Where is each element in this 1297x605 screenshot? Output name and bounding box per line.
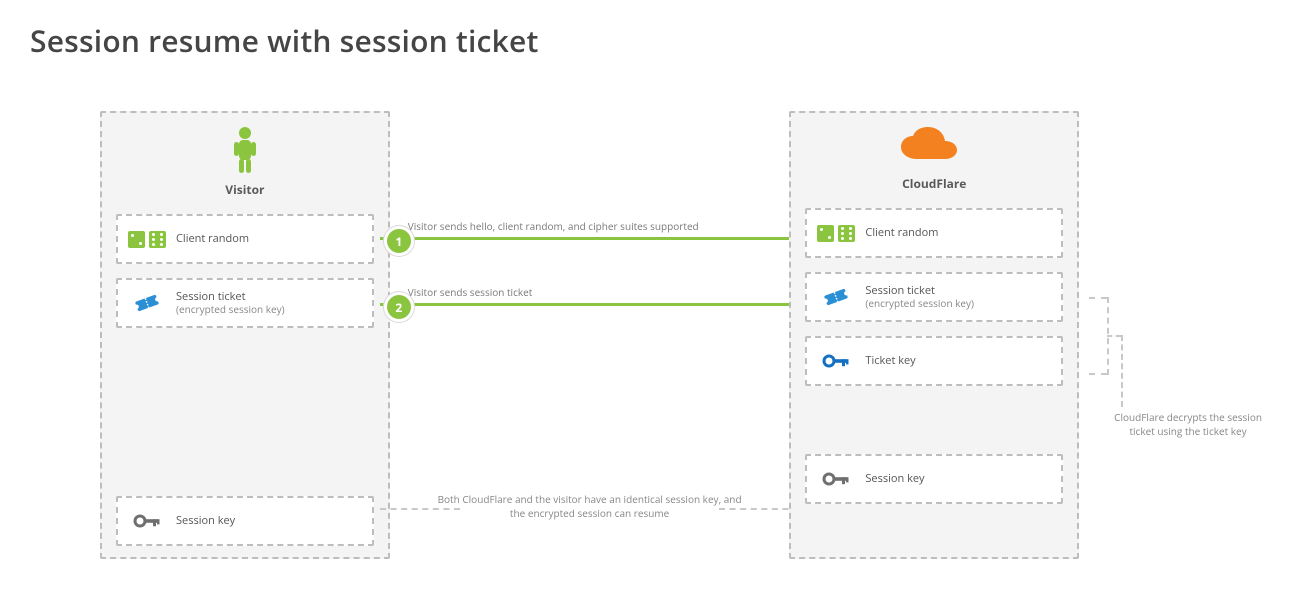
card-subtitle: (encrypted session key) <box>865 298 974 310</box>
cf-ticket-key: Ticket key <box>805 336 1063 386</box>
key-icon <box>817 353 855 369</box>
arrow-label: Visitor sends session ticket <box>408 285 790 299</box>
right-note: CloudFlare decrypts the session ticket u… <box>1109 411 1267 438</box>
step-badge: 1 <box>384 226 414 256</box>
cloud-icon <box>897 125 971 169</box>
card-subtitle: (encrypted session key) <box>176 304 285 316</box>
arrow-2: Visitor sends session ticket 2 <box>390 285 790 306</box>
cloudflare-panel: CloudFlare Client random Session ticket(… <box>789 111 1079 559</box>
key-icon <box>128 513 166 529</box>
right-notes: CloudFlare decrypts the session ticket u… <box>1097 111 1267 559</box>
key-icon <box>817 471 855 487</box>
card-title: Session key <box>176 515 235 528</box>
person-icon <box>230 125 260 175</box>
ticket-icon <box>817 287 855 307</box>
cf-session-key: Session key <box>805 454 1063 504</box>
arrow-1: Visitor sends hello, client random, and … <box>390 219 790 240</box>
ticket-icon <box>128 293 166 313</box>
mid-note: Both CloudFlare and the visitor have an … <box>390 493 790 520</box>
card-title: Ticket key <box>865 355 915 368</box>
step-badge: 2 <box>384 292 414 322</box>
visitor-session-key: Session key <box>116 496 374 546</box>
middle-area: Visitor sends hello, client random, and … <box>390 111 790 559</box>
dice-icon <box>128 231 166 248</box>
cf-client-random: Client random <box>805 208 1063 258</box>
dice-icon <box>817 225 855 242</box>
card-title: Client random <box>176 233 249 246</box>
visitor-panel: Visitor Client random Session ticket(enc… <box>100 111 390 559</box>
card-title: Session key <box>865 473 924 486</box>
visitor-label: Visitor <box>225 181 264 198</box>
card-title: Client random <box>865 227 938 240</box>
cloudflare-label: CloudFlare <box>902 175 966 192</box>
visitor-session-ticket: Session ticket(encrypted session key) <box>116 278 374 328</box>
arrow-label: Visitor sends hello, client random, and … <box>408 219 790 233</box>
cf-session-ticket: Session ticket(encrypted session key) <box>805 272 1063 322</box>
visitor-client-random: Client random <box>116 214 374 264</box>
page-title: Session resume with session ticket <box>30 20 1267 61</box>
